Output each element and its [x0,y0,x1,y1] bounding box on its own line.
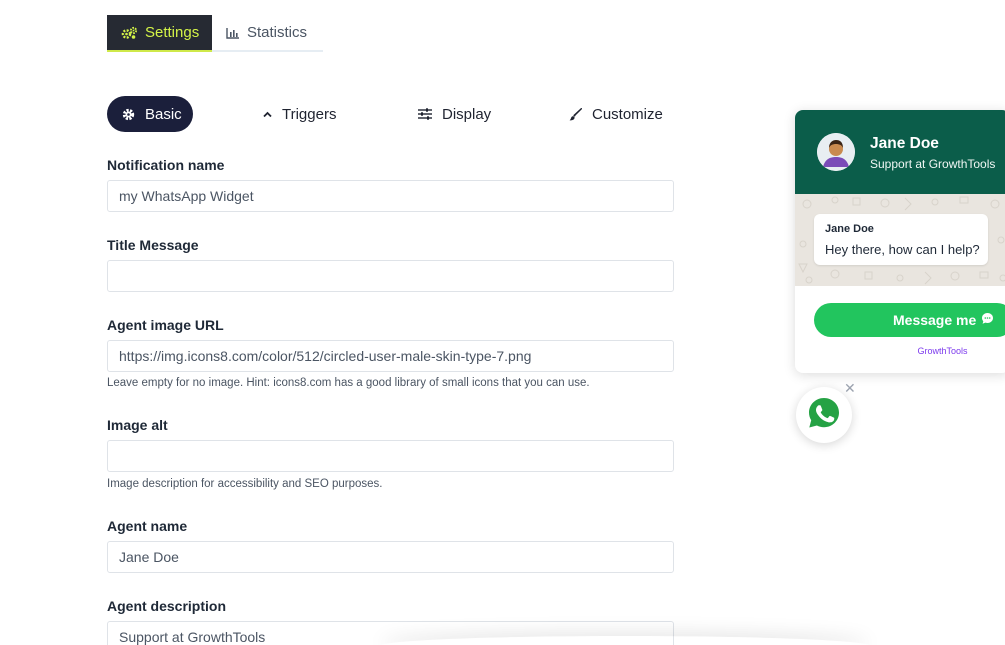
agent-name-label: Agent name [107,518,188,534]
tab-settings-label: Settings [145,24,200,41]
gear-icon [122,108,135,121]
sliders-icon [418,108,432,120]
chat-bubble-icon [981,312,994,328]
subtab-triggers[interactable]: Triggers [263,96,336,132]
bar-chart-icon [226,27,240,39]
message-me-button[interactable]: Message me [814,303,1005,337]
agent-description-label: Agent description [107,598,227,614]
top-tab-bar: Settings Statistics [107,15,323,52]
message-me-label: Message me [893,312,977,328]
chat-bubble-name: Jane Doe [825,223,874,235]
chat-bubble: Jane Doe Hey there, how can I help? [814,214,988,265]
agent-image-url-hint: Leave empty for no image. Hint: icons8.c… [107,377,590,389]
tab-settings[interactable]: Settings [107,15,212,52]
subtab-customize[interactable]: Customize [569,96,663,132]
subtab-triggers-label: Triggers [282,105,337,123]
agent-name-input[interactable] [107,541,674,573]
tab-statistics-label: Statistics [247,24,308,41]
subtab-basic-label: Basic [145,105,182,123]
agent-image-url-input[interactable] [107,340,674,372]
whatsapp-widget-preview: Jane Doe Support at GrowthTools Jane Doe… [795,110,1005,373]
close-icon[interactable]: ✕ [844,380,856,397]
title-message-label: Title Message [107,237,199,253]
agent-image-url-label: Agent image URL [107,317,224,333]
whatsapp-icon [807,396,841,435]
widget-agent-name: Jane Doe [870,135,939,152]
agent-avatar [817,133,855,171]
chevron-up-icon [263,111,272,118]
gears-icon [121,26,138,40]
subtab-customize-label: Customize [592,105,663,123]
subtab-display[interactable]: Display [418,96,491,132]
subtab-display-label: Display [442,105,492,123]
whatsapp-launcher-button[interactable] [796,387,852,443]
tab-statistics[interactable]: Statistics [212,15,323,52]
widget-chat-area: Jane Doe Hey there, how can I help? [795,194,1005,286]
image-alt-input[interactable] [107,440,674,472]
widget-agent-description: Support at GrowthTools [870,157,996,171]
title-message-input[interactable] [107,260,674,292]
image-alt-label: Image alt [107,417,168,433]
paintbrush-icon [569,107,582,121]
widget-header: Jane Doe Support at GrowthTools [795,110,1005,194]
notification-name-input[interactable] [107,180,674,212]
powered-by-link[interactable]: GrowthTools [795,346,1005,356]
image-alt-hint: Image description for accessibility and … [107,478,383,490]
chat-bubble-text: Hey there, how can I help? [825,242,980,257]
notification-name-label: Notification name [107,157,225,173]
subtab-basic[interactable]: Basic [107,96,193,132]
